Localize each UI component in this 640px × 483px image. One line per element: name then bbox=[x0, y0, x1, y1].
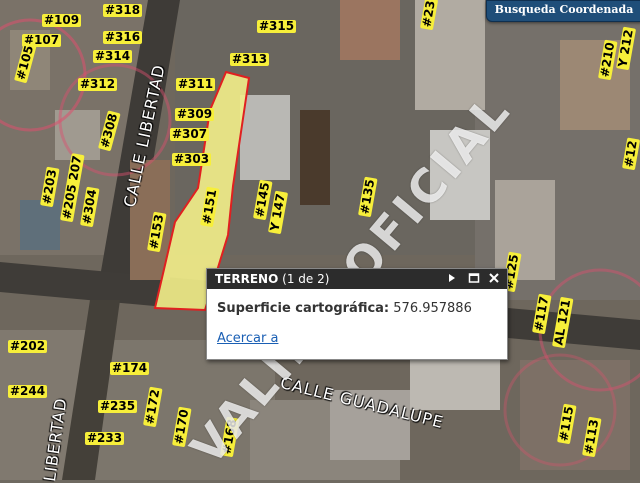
close-icon[interactable] bbox=[487, 271, 501, 285]
satellite-map[interactable] bbox=[0, 0, 640, 480]
search-coordinate-button[interactable]: Busqueda Coordenada bbox=[486, 0, 640, 22]
lot-label: #202 bbox=[8, 339, 48, 353]
lot-label: #312 bbox=[78, 77, 118, 91]
lot-label: #311 bbox=[176, 77, 216, 91]
surface-value: 576.957886 bbox=[393, 301, 472, 316]
lot-label: #313 bbox=[230, 52, 270, 66]
surface-field: Superficie cartográfica: 576.957886 bbox=[217, 301, 497, 316]
lot-label: #315 bbox=[257, 19, 297, 33]
info-popup: TERRENO (1 de 2) Superficie cartográfica… bbox=[206, 268, 508, 360]
maximize-icon[interactable] bbox=[467, 271, 481, 285]
lot-label: #235 bbox=[98, 399, 138, 413]
lot-label: #303 bbox=[172, 152, 212, 166]
popup-header: TERRENO (1 de 2) bbox=[207, 269, 507, 289]
lot-label: #244 bbox=[8, 384, 48, 398]
lot-label: #318 bbox=[103, 3, 143, 17]
lot-label: #233 bbox=[85, 431, 125, 445]
popup-body: Superficie cartográfica: 576.957886 Acer… bbox=[207, 289, 507, 346]
zoom-to-link[interactable]: Acercar a bbox=[217, 331, 278, 346]
popup-pager: (1 de 2) bbox=[282, 272, 330, 286]
lot-label: #174 bbox=[110, 361, 150, 375]
lot-label: #307 bbox=[170, 127, 210, 141]
lot-label: #109 bbox=[42, 13, 82, 27]
lot-label: #309 bbox=[175, 107, 215, 121]
lot-label: #314 bbox=[93, 49, 133, 63]
lot-label: #316 bbox=[103, 30, 143, 44]
next-icon[interactable] bbox=[445, 271, 459, 285]
surface-label: Superficie cartográfica: bbox=[217, 301, 390, 316]
popup-title: TERRENO bbox=[215, 272, 279, 286]
